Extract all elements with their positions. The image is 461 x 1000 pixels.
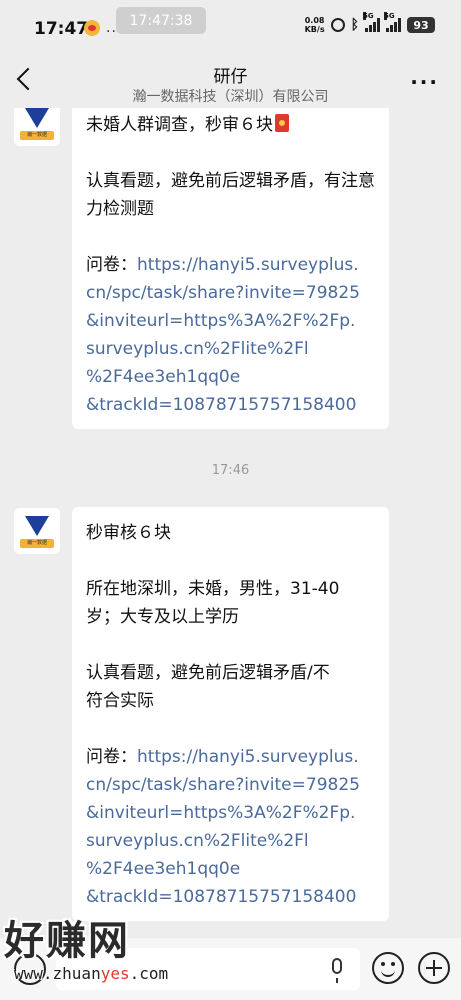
voice-input-icon[interactable] (14, 953, 46, 985)
network-speed-unit: KB/s (304, 25, 325, 34)
survey-link-cont[interactable]: &trackId=10878715757158400 (86, 391, 375, 419)
survey-link[interactable]: https://hanyi5.surveyplus. (137, 747, 359, 767)
signal-1-label: 5G (363, 12, 374, 20)
emoji-icon[interactable] (372, 952, 404, 984)
weibo-icon (84, 20, 100, 36)
status-system-icons: 0.08 KB/s ᛒ 5G 5G 93 (305, 12, 435, 34)
message-input[interactable] (56, 948, 360, 990)
logo-v-mark (25, 516, 49, 536)
chat-input-bar (0, 938, 461, 1000)
more-options-icon[interactable]: ··· (410, 70, 439, 94)
red-packet-icon (275, 114, 289, 132)
survey-link[interactable]: https://hanyi5.surveyplus. (137, 255, 359, 275)
survey-link-row: 问卷：https://hanyi5.surveyplus. (86, 251, 375, 279)
message-body: 认真看题，避免前后逻辑矛盾，有注意力检测题 (86, 171, 375, 219)
message-requirements-cont: 岁；大专及以上学历 (86, 607, 239, 627)
avatar[interactable]: 瀚一数据 (14, 108, 60, 146)
survey-link-cont[interactable]: %2F4ee3eh1qq0e (86, 363, 375, 391)
message-title: 未婚人群调查，秒审６块 (86, 115, 273, 135)
chat-title: 研仔 (213, 67, 248, 87)
logo-v-mark (25, 108, 49, 128)
survey-link-cont[interactable]: surveyplus.cn%2Flite%2Fl (86, 827, 375, 855)
survey-link-cont[interactable]: surveyplus.cn%2Flite%2Fl (86, 335, 375, 363)
message-bubble[interactable]: 未婚人群调查，秒审６块 认真看题，避免前后逻辑矛盾，有注意力检测题 问卷：htt… (72, 108, 389, 429)
microphone-icon[interactable] (332, 958, 342, 983)
chat-header: 研仔 瀚一数据科技（深圳）有限公司 ··· (0, 58, 461, 108)
survey-link-cont[interactable]: %2F4ee3eh1qq0e (86, 855, 375, 883)
survey-link-cont[interactable]: cn/spc/task/share?invite=79825 (86, 771, 375, 799)
avatar[interactable]: 瀚一数据 (14, 508, 60, 554)
survey-label: 问卷： (86, 255, 137, 275)
signal-icon-2: 5G (384, 12, 401, 32)
avatar-label: 瀚一数据 (20, 539, 54, 548)
survey-link-cont[interactable]: &trackId=10878715757158400 (86, 883, 375, 911)
message-body-cont: 符合实际 (86, 691, 154, 711)
battery-icon: 93 (407, 17, 435, 33)
status-bar: 17:47 ... 17:47:38 0.08 KB/s ᛒ 5G 5G 93 (0, 0, 461, 58)
message-title: 秒审核６块 (86, 523, 171, 543)
survey-link-row: 问卷：https://hanyi5.surveyplus. (86, 743, 375, 771)
status-time: 17:47 (34, 19, 89, 39)
network-speed: 0.08 KB/s (305, 16, 325, 34)
message-title-row: 未婚人群调查，秒审６块 (86, 111, 375, 139)
avatar-label: 瀚一数据 (20, 131, 54, 140)
message-list[interactable]: 瀚一数据 未婚人群调查，秒审６块 认真看题，避免前后逻辑矛盾，有注意力检测题 问… (0, 108, 461, 938)
survey-link-cont[interactable]: cn/spc/task/share?invite=79825 (86, 279, 375, 307)
message-requirements: 所在地深圳，未婚，男性，31-40 (86, 579, 340, 599)
alarm-icon (330, 18, 345, 32)
message-bubble[interactable]: 秒审核６块 所在地深圳，未婚，男性，31-40 岁；大专及以上学历 认真看题，避… (72, 507, 389, 921)
screenshot-clock: 17:47:38 (116, 7, 206, 34)
bluetooth-icon: ᛒ (350, 17, 359, 33)
survey-link-cont[interactable]: &inviteurl=https%3A%2F%2Fp. (86, 307, 375, 335)
message-timestamp: 17:46 (211, 463, 250, 478)
survey-link-cont[interactable]: &inviteurl=https%3A%2F%2Fp. (86, 799, 375, 827)
plus-icon[interactable] (418, 952, 450, 984)
signal-icon-1: 5G (363, 12, 380, 32)
signal-2-label: 5G (384, 12, 395, 20)
chat-subtitle: 瀚一数据科技（深圳）有限公司 (132, 89, 329, 105)
survey-label: 问卷： (86, 747, 137, 767)
message-body: 认真看题，避免前后逻辑矛盾/不 (86, 663, 330, 683)
network-speed-value: 0.08 (304, 16, 325, 25)
